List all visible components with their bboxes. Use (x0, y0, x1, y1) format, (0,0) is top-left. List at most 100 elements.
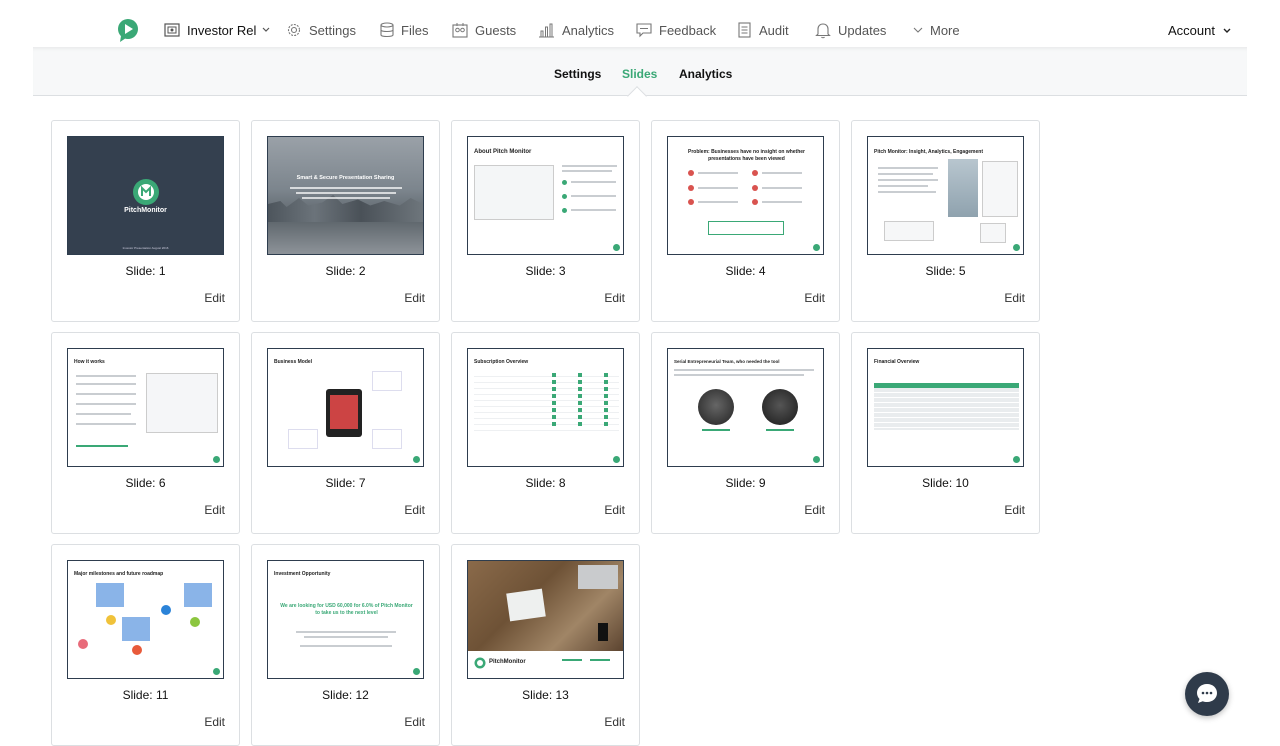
slide-card-3[interactable]: About Pitch Monitor Slide: 3 Edit (451, 120, 640, 322)
thumb-text-line (571, 181, 616, 183)
thumb-box (372, 429, 402, 449)
thumb-text-line (674, 374, 804, 376)
thumb-box (372, 371, 402, 391)
nav-audit[interactable]: Audit (737, 19, 789, 41)
roadmap-box (184, 583, 212, 607)
slide-label: Slide: 6 (125, 476, 166, 490)
thumb-screenshot (980, 223, 1006, 243)
roadmap-box (96, 583, 124, 607)
brand-dot (613, 244, 620, 251)
edit-link[interactable]: Edit (404, 291, 425, 305)
slide-label: Slide: 9 (725, 476, 766, 490)
nav-more-label: More (930, 22, 960, 38)
pitchmonitor-logo-icon[interactable] (117, 18, 139, 42)
thumb-name (702, 429, 730, 431)
top-nav: Investor Rel Settings Files Guests Analy… (0, 0, 1280, 47)
edit-link[interactable]: Edit (204, 715, 225, 729)
thumb-green-checks (578, 373, 582, 429)
edit-link[interactable]: Edit (404, 715, 425, 729)
thumb-text-line (674, 369, 814, 371)
edit-link[interactable]: Edit (804, 291, 825, 305)
thumb-text-line (300, 645, 392, 647)
nav-more[interactable]: More (913, 19, 960, 41)
slide-thumbnail-1[interactable]: PitchMonitor Investor Presentation Augus… (67, 136, 224, 255)
slide-thumbnail-12[interactable]: Investment Opportunity We are looking fo… (267, 560, 424, 679)
nav-analytics[interactable]: Analytics (538, 19, 614, 41)
slide-label: Slide: 3 (525, 264, 566, 278)
brand-dot (213, 668, 220, 675)
thumb-footer: Investor Presentation August 2016 (122, 246, 169, 250)
slide-label: Slide: 8 (525, 476, 566, 490)
chevron-down-icon (262, 27, 270, 32)
slide-card-7[interactable]: Business Model Slide: 7 Edit (251, 332, 440, 534)
slide-thumbnail-3[interactable]: About Pitch Monitor (467, 136, 624, 255)
slide-thumbnail-6[interactable]: How it works (67, 348, 224, 467)
nav-updates[interactable]: Updates (815, 19, 886, 41)
thumb-text-line (590, 659, 610, 661)
edit-link[interactable]: Edit (1004, 503, 1025, 517)
edit-link[interactable]: Edit (204, 291, 225, 305)
slide-card-13[interactable]: PitchMonitor Slide: 13 Edit (451, 544, 640, 746)
edit-link[interactable]: Edit (604, 503, 625, 517)
tab-settings[interactable]: Settings (554, 67, 601, 81)
thumb-title: About Pitch Monitor (474, 149, 532, 155)
edit-link[interactable]: Edit (404, 503, 425, 517)
slide-thumbnail-10[interactable]: Financial Overview (867, 348, 1024, 467)
thumb-title: Pitch Monitor: Insight, Analytics, Engag… (874, 149, 983, 155)
photo-laptop (578, 565, 618, 589)
slide-thumbnail-2[interactable]: Smart & Secure Presentation Sharing (267, 136, 424, 255)
slide-thumbnail-13[interactable]: PitchMonitor (467, 560, 624, 679)
thumb-text-line (698, 187, 738, 189)
thumb-screenshot (982, 161, 1018, 217)
chat-launcher-button[interactable] (1185, 672, 1229, 716)
slide-card-10[interactable]: Financial Overview Slide: 10 Edit (851, 332, 1040, 534)
thumb-bullet-icon (752, 185, 758, 191)
nav-feedback[interactable]: Feedback (636, 19, 716, 41)
tab-analytics[interactable]: Analytics (679, 67, 732, 81)
thumb-text-line (762, 187, 802, 189)
slide-card-12[interactable]: Investment Opportunity We are looking fo… (251, 544, 440, 746)
slide-thumbnail-9[interactable]: Serial Entrepreneurial Team, who needed … (667, 348, 824, 467)
thumb-title: Serial Entrepreneurial Team, who needed … (674, 359, 780, 364)
thumb-text-line (562, 170, 612, 172)
nav-files-label: Files (401, 22, 429, 38)
brand-dot (613, 456, 620, 463)
slide-thumbnail-8[interactable]: Subscription Overview (467, 348, 624, 467)
slide-card-11[interactable]: Major milestones and future roadmap Slid… (51, 544, 240, 746)
gear-icon (287, 23, 301, 37)
workspace-selector[interactable]: Investor Rel (164, 19, 270, 41)
edit-link[interactable]: Edit (204, 503, 225, 517)
thumb-bullet-icon (688, 170, 694, 176)
nav-settings[interactable]: Settings (286, 19, 356, 41)
slide-card-4[interactable]: Problem: Businesses have no insight on w… (651, 120, 840, 322)
slide-label: Slide: 13 (522, 688, 569, 702)
nav-feedback-label: Feedback (659, 22, 717, 38)
slide-card-5[interactable]: Pitch Monitor: Insight, Analytics, Engag… (851, 120, 1040, 322)
comment-icon (636, 22, 652, 37)
chevron-down-icon (1223, 28, 1231, 33)
balloon-pin (78, 639, 88, 649)
account-menu[interactable]: Account (1168, 23, 1231, 38)
slide-thumbnail-5[interactable]: Pitch Monitor: Insight, Analytics, Engag… (867, 136, 1024, 255)
slide-card-6[interactable]: How it works Slide: 6 Edit (51, 332, 240, 534)
slide-card-2[interactable]: Smart & Secure Presentation Sharing Slid… (251, 120, 440, 322)
slide-thumbnail-7[interactable]: Business Model (267, 348, 424, 467)
edit-link[interactable]: Edit (604, 291, 625, 305)
thumb-text-line (304, 636, 388, 638)
edit-link[interactable]: Edit (804, 503, 825, 517)
nav-guests[interactable]: Guests (452, 19, 516, 41)
slide-thumbnail-4[interactable]: Problem: Businesses have no insight on w… (667, 136, 824, 255)
thumb-text-line (878, 179, 938, 181)
nav-files[interactable]: Files (380, 19, 428, 41)
slide-card-1[interactable]: PitchMonitor Investor Presentation Augus… (51, 120, 240, 322)
account-label: Account (1168, 23, 1215, 38)
edit-link[interactable]: Edit (604, 715, 625, 729)
photo-phone (598, 623, 608, 641)
slide-card-9[interactable]: Serial Entrepreneurial Team, who needed … (651, 332, 840, 534)
edit-link[interactable]: Edit (1004, 291, 1025, 305)
thumb-text-line (698, 201, 738, 203)
slide-thumbnail-11[interactable]: Major milestones and future roadmap (67, 560, 224, 679)
thumb-bullet-icon (688, 185, 694, 191)
tab-slides[interactable]: Slides (622, 67, 657, 81)
slide-card-8[interactable]: Subscription Overview Slide: 8 Edit (451, 332, 640, 534)
